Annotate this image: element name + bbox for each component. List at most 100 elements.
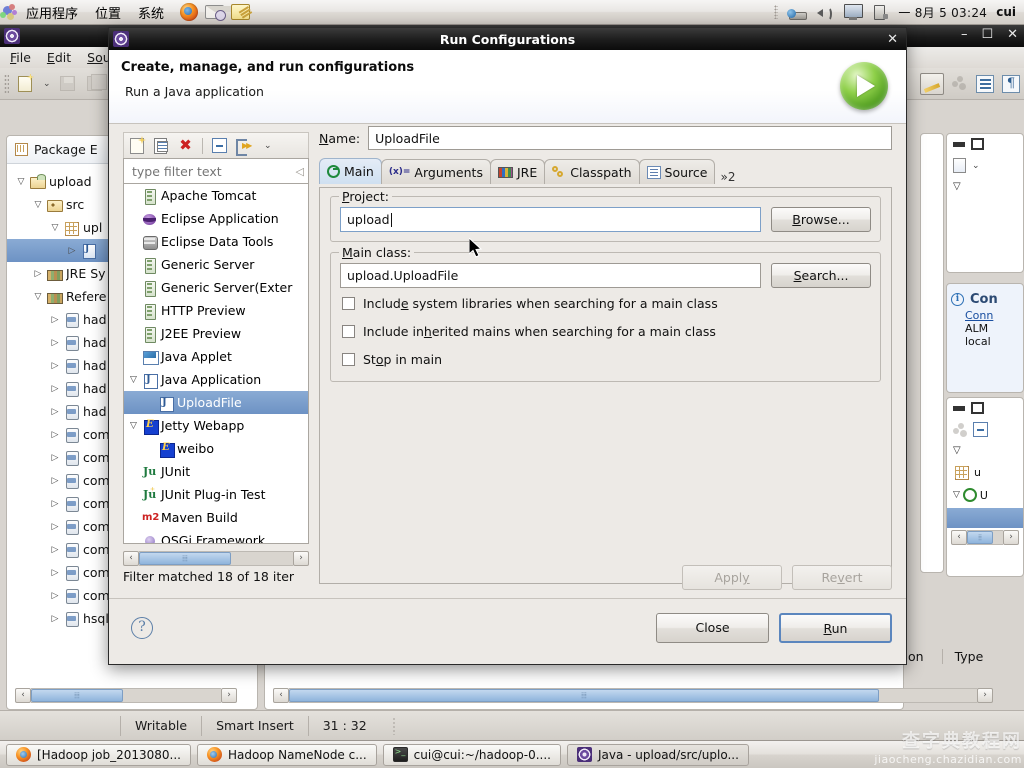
configuration-type-item[interactable]: HTTP Preview xyxy=(124,299,308,322)
configuration-types-tree[interactable]: Apache Tomcat Eclipse Application Eclipse … xyxy=(123,184,309,544)
new-item-icon[interactable] xyxy=(953,158,966,173)
close-button[interactable]: ✕ xyxy=(1007,27,1018,42)
tab-main[interactable]: Main xyxy=(319,158,382,184)
configuration-type-item[interactable]: ▽ Java Application xyxy=(124,368,308,391)
expand-arrow-open-icon[interactable]: ▽ xyxy=(126,421,141,431)
panel-username[interactable]: cui xyxy=(996,5,1016,19)
scroll-track[interactable]: ⦙⦙ xyxy=(967,530,1003,545)
show-whitespace-icon[interactable] xyxy=(976,75,994,93)
chevron-down-icon[interactable]: ⌄ xyxy=(43,79,51,89)
expand-arrow-open-icon[interactable] xyxy=(47,223,63,233)
expand-arrow-open-icon[interactable] xyxy=(30,200,46,210)
include-inherited-mains-row[interactable]: Include inherited mains when searching f… xyxy=(340,318,871,344)
scroll-left-icon[interactable]: ‹ xyxy=(123,550,139,566)
expand-arrow-open-icon[interactable] xyxy=(30,292,46,302)
close-button[interactable]: Close xyxy=(656,613,769,643)
collapse-all-icon[interactable] xyxy=(973,422,988,437)
configuration-type-item[interactable]: Generic Server(Exter xyxy=(124,276,308,299)
scroll-right-icon[interactable]: › xyxy=(221,687,237,703)
menu-file[interactable]: File xyxy=(10,50,31,65)
view-menu-icon[interactable]: ▽ xyxy=(953,181,961,192)
outline-selected-row[interactable] xyxy=(947,508,1023,528)
taskbar-button[interactable]: cui@cui:~/hadoop-0.... xyxy=(382,743,561,766)
new-document-icon[interactable] xyxy=(130,137,145,154)
taskbar-button[interactable]: Java - upload/src/uplo... xyxy=(567,743,749,766)
volume-icon[interactable] xyxy=(816,5,833,21)
battery-icon[interactable] xyxy=(871,4,889,20)
configuration-type-item[interactable]: JUnit xyxy=(124,460,308,483)
new-wizard-button[interactable] xyxy=(15,73,37,95)
expand-arrow-closed-icon[interactable] xyxy=(47,315,63,325)
expand-arrow-closed-icon[interactable] xyxy=(47,453,63,463)
scroll-track[interactable]: ⦙⦙⦙ xyxy=(139,550,293,566)
expand-arrow-closed-icon[interactable] xyxy=(47,522,63,532)
configuration-type-item[interactable]: Eclipse Data Tools xyxy=(124,230,308,253)
configuration-type-item[interactable]: UploadFile xyxy=(124,391,308,414)
package-explorer-hscrollbar[interactable]: ‹ ⦙⦙⦙ › xyxy=(15,687,237,703)
note-icon[interactable] xyxy=(231,4,251,20)
scroll-thumb[interactable]: ⦙⦙ xyxy=(967,531,993,544)
expand-arrow-closed-icon[interactable] xyxy=(47,614,63,624)
tab-classpath[interactable]: Classpath xyxy=(544,159,640,184)
expand-arrow-closed-icon[interactable] xyxy=(47,407,63,417)
monitor-icon[interactable] xyxy=(842,4,864,20)
tab-jre[interactable]: JRE xyxy=(489,159,546,184)
menu-places[interactable]: 位置 xyxy=(93,2,123,23)
tab-source[interactable]: Source xyxy=(638,159,716,184)
editor-scroll-right-icon[interactable]: › xyxy=(977,687,993,703)
maximize-icon[interactable] xyxy=(971,138,984,150)
expand-arrow-closed-icon[interactable] xyxy=(47,476,63,486)
view-menu-icon[interactable]: ▽ xyxy=(953,445,961,456)
expand-arrow-open-icon[interactable] xyxy=(13,177,29,187)
expand-arrow-open-icon[interactable]: ▽ xyxy=(126,375,141,385)
outline-item-package[interactable]: u xyxy=(947,460,1023,484)
configuration-type-item[interactable]: J2EE Preview xyxy=(124,322,308,345)
expand-arrow-closed-icon[interactable] xyxy=(47,499,63,509)
outline-hscrollbar[interactable]: ‹ ⦙⦙ › xyxy=(947,530,1023,545)
expand-arrow-closed-icon[interactable] xyxy=(47,591,63,601)
expand-arrow-closed-icon[interactable] xyxy=(64,246,80,256)
duplicate-icon[interactable] xyxy=(154,137,169,154)
expand-arrow-closed-icon[interactable] xyxy=(47,338,63,348)
expand-arrow-closed-icon[interactable] xyxy=(30,269,46,279)
scroll-track[interactable]: ⦙⦙⦙ xyxy=(31,687,221,703)
main-class-input[interactable]: upload.UploadFile xyxy=(340,263,761,288)
expand-arrow-closed-icon[interactable] xyxy=(47,545,63,555)
menu-system[interactable]: 系统 xyxy=(136,2,166,23)
configuration-type-item[interactable]: JUnit Plug-in Test xyxy=(124,483,308,506)
help-icon[interactable]: ? xyxy=(131,617,153,639)
scroll-thumb[interactable]: ⦙⦙⦙ xyxy=(31,688,123,702)
configuration-type-item[interactable]: Java Applet xyxy=(124,345,308,368)
outline-item-class[interactable]: ▽ U xyxy=(947,484,1023,506)
include-system-libraries-checkbox[interactable] xyxy=(342,296,355,310)
toolbar-grip[interactable] xyxy=(4,73,9,94)
menu-edit[interactable]: Edit xyxy=(47,50,71,65)
expand-arrow-closed-icon[interactable] xyxy=(47,361,63,371)
maximize-icon[interactable] xyxy=(971,402,984,414)
minimize-button[interactable]: – xyxy=(961,27,968,42)
scroll-left-icon[interactable]: ‹ xyxy=(15,687,31,703)
tab-arguments[interactable]: (x)= Arguments xyxy=(380,159,491,184)
configurations-hscrollbar[interactable]: ‹ ⦙⦙⦙ › xyxy=(123,550,309,566)
scroll-left-icon[interactable]: ‹ xyxy=(951,530,967,545)
configuration-type-item[interactable]: Maven Build xyxy=(124,506,308,529)
filter-icon[interactable] xyxy=(236,138,253,156)
delete-x-icon[interactable]: ✖ xyxy=(178,137,193,154)
panel-clock[interactable]: 一 8月 5 03:24 xyxy=(898,4,987,21)
minimize-icon[interactable] xyxy=(953,405,965,411)
filter-input[interactable] xyxy=(130,162,296,180)
configuration-type-item[interactable]: Generic Server xyxy=(124,253,308,276)
scroll-right-icon[interactable]: › xyxy=(293,550,309,566)
editor-hscrollbar[interactable]: ‹ ⦙⦙⦙ › xyxy=(273,687,993,703)
network-icon[interactable] xyxy=(787,5,808,20)
include-system-libraries-row[interactable]: Include system libraries when searching … xyxy=(340,290,871,316)
stop-in-main-row[interactable]: Stop in main xyxy=(340,346,871,372)
stop-in-main-checkbox[interactable] xyxy=(342,352,355,366)
project-input[interactable]: upload xyxy=(340,207,761,232)
run-button[interactable]: Run xyxy=(779,613,892,643)
configuration-type-item[interactable]: OSGi Framework xyxy=(124,529,308,543)
chevron-down-icon[interactable]: ⌄ xyxy=(972,161,980,171)
configuration-type-item[interactable]: weibo xyxy=(124,437,308,460)
column-header-type[interactable]: Type xyxy=(941,649,983,664)
clear-filter-icon[interactable]: ◁ xyxy=(296,165,304,178)
